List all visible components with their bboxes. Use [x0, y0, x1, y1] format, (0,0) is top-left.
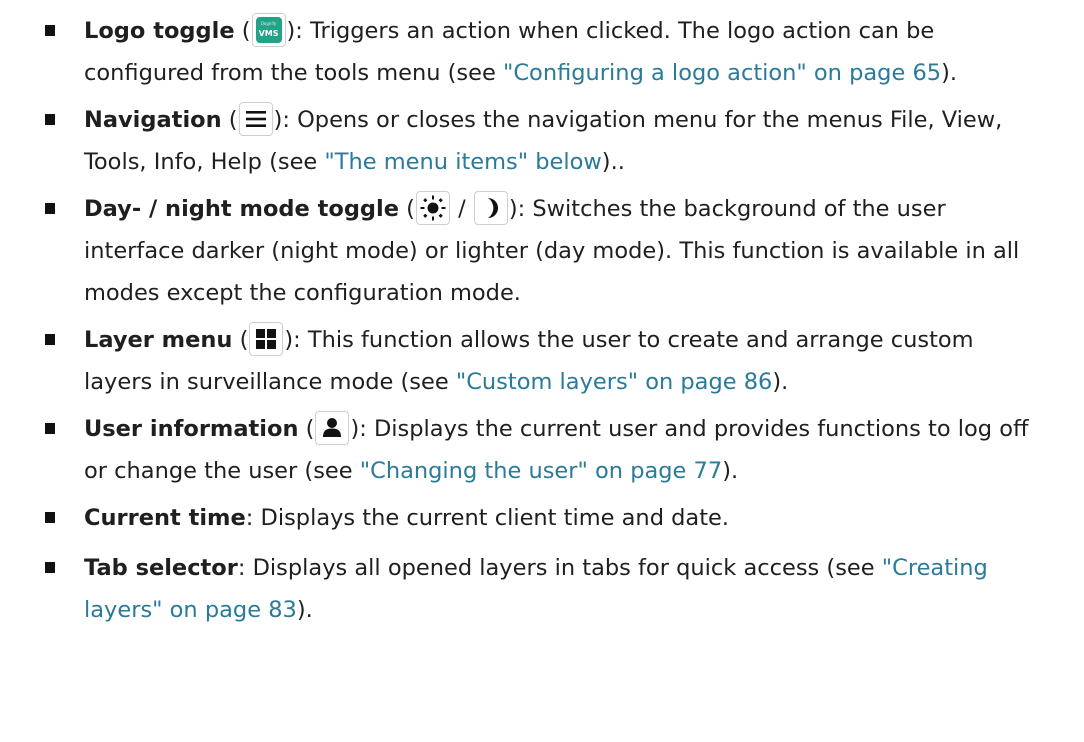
logo-big-text: VMS: [258, 28, 279, 38]
item-text: (: [232, 327, 249, 353]
logo-small-text: Qognify: [260, 20, 277, 26]
bullet: [45, 423, 55, 434]
item-text: (: [234, 18, 251, 44]
bullet: [45, 512, 55, 523]
item-text: (: [298, 416, 315, 442]
item-text: : Displays all opened layers in tabs for…: [237, 555, 882, 581]
list-item-navigation: Navigation (): Opens or closes the navig…: [40, 99, 1044, 183]
grid-icon: [249, 321, 284, 356]
list-item-day-night-toggle: Day- / night mode toggle ( / ): Switches…: [40, 188, 1044, 314]
item-term: Current time: [84, 505, 246, 531]
item-term: Navigation: [84, 107, 222, 133]
item-text: ).: [941, 60, 958, 86]
bullet: [45, 562, 55, 573]
cross-reference-link[interactable]: "Custom layers" on page 86: [456, 369, 773, 395]
list-item-tab-selector: Tab selector: Displays all opened layers…: [40, 547, 1044, 631]
item-text: ).: [722, 458, 739, 484]
logo-icon: Qognify VMS: [251, 12, 286, 47]
sun-icon: [415, 190, 450, 225]
item-text: (: [399, 196, 415, 222]
cross-reference-link[interactable]: "The menu items" below: [324, 149, 601, 175]
item-text: ).: [296, 597, 313, 623]
item-term: Layer menu: [84, 327, 233, 353]
bullet: [45, 25, 55, 36]
item-term: Day- / night mode toggle: [84, 196, 399, 222]
item-text: (: [221, 107, 238, 133]
bullet: [45, 114, 55, 125]
cross-reference-link[interactable]: "Changing the user" on page 77: [360, 458, 722, 484]
bullet: [45, 334, 55, 345]
feature-list: Logo toggle (Qognify VMS): Triggers an ac…: [40, 10, 1044, 631]
item-text: ).: [772, 369, 789, 395]
user-icon: [315, 410, 350, 445]
bullet: [45, 203, 55, 214]
list-item-current-time: Current time: Displays the current clien…: [40, 497, 1044, 539]
moon-icon: [473, 190, 508, 225]
list-item-logo-toggle: Logo toggle (Qognify VMS): Triggers an ac…: [40, 10, 1044, 94]
item-text: : Displays the current client time and d…: [245, 505, 730, 531]
document-page: Logo toggle (Qognify VMS): Triggers an ac…: [0, 0, 1084, 742]
item-term: Logo toggle: [84, 18, 235, 44]
hamburger-menu-icon: [238, 101, 273, 136]
list-item-user-information: User information (): Displays the curren…: [40, 408, 1044, 492]
cross-reference-link[interactable]: "Configuring a logo action" on page 65: [503, 60, 941, 86]
item-text: /: [450, 196, 473, 222]
item-term: User information: [84, 416, 299, 442]
item-text: )..: [601, 149, 625, 175]
list-item-layer-menu: Layer menu (): This function allows the …: [40, 319, 1044, 403]
item-term: Tab selector: [84, 555, 238, 581]
